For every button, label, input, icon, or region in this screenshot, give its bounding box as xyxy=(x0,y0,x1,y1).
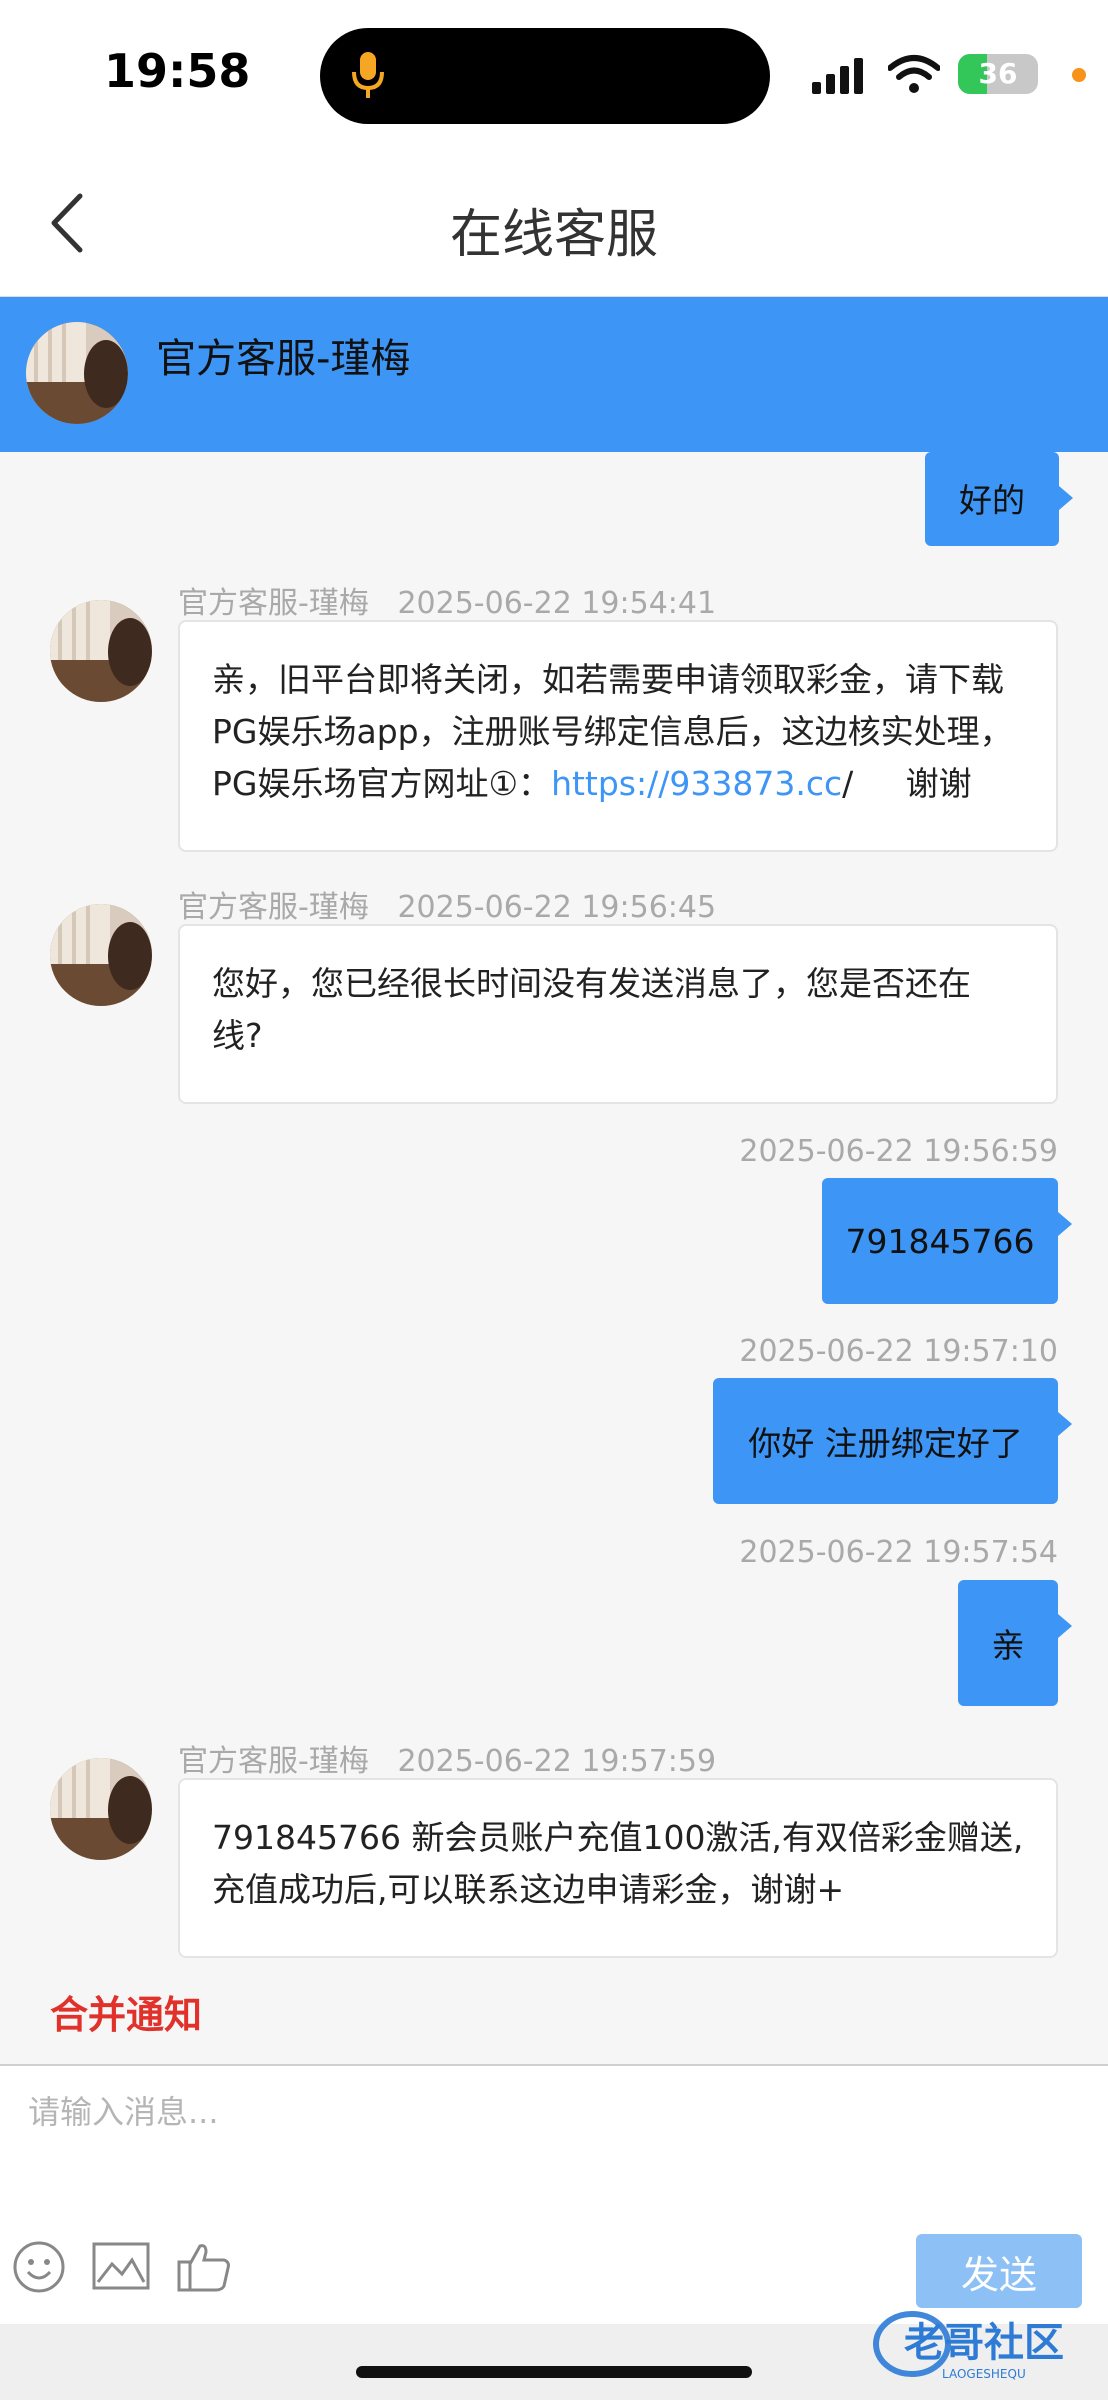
message-line: / 谢谢 xyxy=(842,764,972,803)
message-line: 亲，旧平台即将关闭，如若需要申请领取彩金，请下载 xyxy=(212,660,1004,699)
emoji-icon[interactable] xyxy=(12,2240,66,2298)
watermark-text: 老哥社区 xyxy=(904,2320,1064,2366)
agent-avatar[interactable] xyxy=(50,1758,152,1860)
message-text: 你好 注册绑定好了 xyxy=(748,1424,1023,1463)
watermark-logo: 老哥社区 LAOGESHEQU xyxy=(872,2300,1098,2382)
incoming-message[interactable]: 您好，您已经很长时间没有发送消息了，您是否还在 线? xyxy=(178,924,1058,1104)
message-text: 791845766 xyxy=(845,1221,1035,1261)
message-line: PG娱乐场app，注册账号绑定信息后，这边核实处理， xyxy=(212,712,1013,751)
privacy-indicator xyxy=(1072,68,1086,82)
message-input[interactable] xyxy=(26,2085,1080,2149)
home-indicator[interactable] xyxy=(356,2366,752,2378)
message-text: 亲 xyxy=(991,1626,1025,1665)
message-timestamp: 2025-06-22 19:57:10 xyxy=(739,1334,1058,1369)
message-timestamp: 2025-06-22 19:57:59 xyxy=(397,1744,717,1779)
sender-name: 官方客服-瑾梅 xyxy=(178,890,369,925)
agent-avatar[interactable] xyxy=(50,904,152,1006)
url-link[interactable]: https://933873.cc xyxy=(551,764,842,803)
message-line: 线? xyxy=(212,1016,263,1055)
sender-name: 官方客服-瑾梅 xyxy=(178,586,369,621)
dynamic-island xyxy=(320,28,770,124)
thumbs-up-icon[interactable] xyxy=(176,2240,232,2298)
outgoing-message[interactable]: 亲 xyxy=(958,1580,1072,1706)
watermark-subtext: LAOGESHEQU xyxy=(942,2367,1026,2381)
message-timestamp: 2025-06-22 19:57:54 xyxy=(739,1535,1058,1570)
message-line: 充值成功后,可以联系这边申请彩金，谢谢+ xyxy=(212,1870,845,1909)
image-icon[interactable] xyxy=(92,2240,150,2296)
message-timestamp: 2025-06-22 19:56:59 xyxy=(739,1134,1058,1169)
outgoing-message[interactable]: 好的 xyxy=(925,452,1073,546)
message-meta: 官方客服-瑾梅 2025-06-22 19:56:45 xyxy=(178,882,716,926)
agent-name: 官方客服-瑾梅 xyxy=(156,336,411,382)
battery-icon: 36 xyxy=(958,54,1038,94)
message-line: 791845766 新会员账户充值100激活,有双倍彩金赠送, xyxy=(212,1818,1024,1857)
incoming-message[interactable]: 791845766 新会员账户充值100激活,有双倍彩金赠送, 充值成功后,可以… xyxy=(178,1778,1058,1958)
page-title: 在线客服 xyxy=(449,205,658,265)
message-meta: 官方客服-瑾梅 2025-06-22 19:54:41 xyxy=(178,578,716,622)
battery-level-text: 36 xyxy=(978,57,1018,90)
message-timestamp: 2025-06-22 19:54:41 xyxy=(397,586,717,621)
agent-avatar[interactable] xyxy=(26,322,128,424)
send-button[interactable]: 发送 xyxy=(916,2234,1082,2308)
mic-icon xyxy=(352,50,384,104)
signal-icon xyxy=(812,58,872,98)
incoming-message[interactable]: 亲，旧平台即将关闭，如若需要申请领取彩金，请下载 PG娱乐场app，注册账号绑定… xyxy=(178,620,1058,852)
wifi-icon xyxy=(887,54,941,98)
merge-notice-link[interactable]: 合并通知 xyxy=(50,1984,202,2039)
message-text: 好的 xyxy=(959,481,1025,520)
message-line: 您好，您已经很长时间没有发送消息了，您是否还在 xyxy=(212,964,971,1003)
message-line: PG娱乐场官方网址①： xyxy=(212,764,552,803)
message-timestamp: 2025-06-22 19:56:45 xyxy=(397,890,717,925)
message-meta: 官方客服-瑾梅 2025-06-22 19:57:59 xyxy=(178,1736,716,1780)
sender-name: 官方客服-瑾梅 xyxy=(178,1744,369,1779)
outgoing-message[interactable]: 791845766 xyxy=(822,1178,1072,1304)
outgoing-message[interactable]: 你好 注册绑定好了 xyxy=(713,1378,1072,1504)
agent-avatar[interactable] xyxy=(50,600,152,702)
status-time: 19:58 xyxy=(104,44,251,98)
